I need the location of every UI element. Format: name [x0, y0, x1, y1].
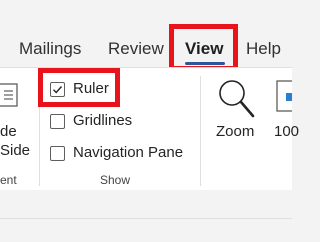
tab-help[interactable]: Help — [246, 39, 281, 59]
zoom-label: Zoom — [216, 123, 255, 140]
ribbon-body: de Side ent Ruler Gridlines Navigation P… — [0, 67, 299, 191]
group-separator — [200, 76, 201, 186]
tab-review[interactable]: Review — [108, 39, 164, 59]
gridlines-label: Gridlines — [73, 112, 133, 129]
zoom-100-label: 100 — [274, 123, 300, 140]
document-divider — [0, 218, 292, 219]
side-to-side-label-line1: de — [0, 123, 17, 140]
tab-mailings[interactable]: Mailings — [19, 39, 81, 59]
document-views-group-label: ent — [0, 173, 17, 187]
ruler-highlight-box — [38, 68, 120, 107]
ribbon-tab-bar: Mailings Review View Help — [0, 0, 292, 71]
show-group-label: Show — [100, 173, 131, 187]
page-layout-icon — [0, 83, 18, 107]
view-tab-highlight-box — [169, 24, 238, 71]
document-area — [0, 190, 292, 242]
side-to-side-label-line2: Side — [0, 142, 31, 159]
navigation-pane-checkbox[interactable] — [50, 146, 65, 161]
gridlines-checkbox[interactable] — [50, 114, 65, 129]
navigation-pane-label: Navigation Pane — [73, 144, 184, 161]
page-100-icon — [276, 80, 292, 112]
magnifier-icon — [219, 80, 255, 118]
